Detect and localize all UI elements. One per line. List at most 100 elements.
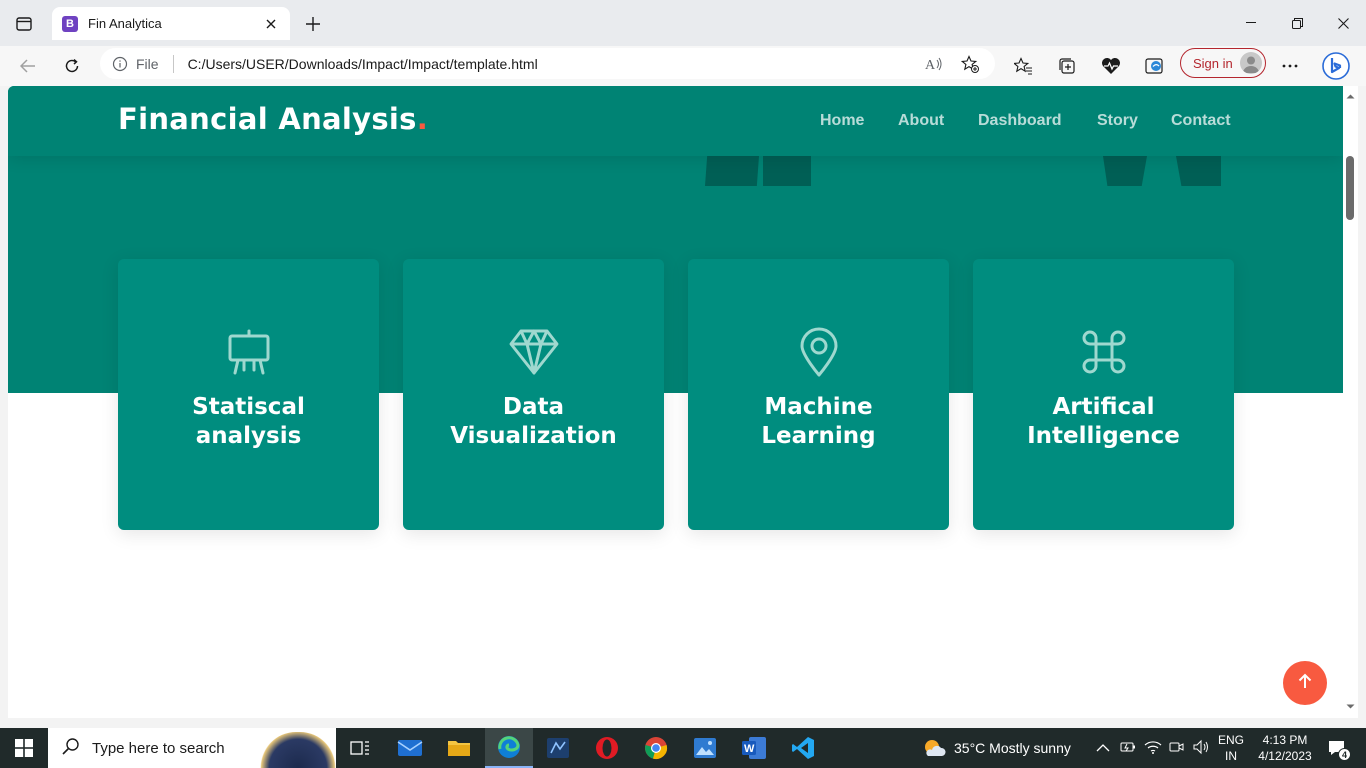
language-top: ENG bbox=[1217, 733, 1244, 747]
vscode-app-icon[interactable] bbox=[779, 728, 827, 768]
sign-in-button[interactable]: Sign in bbox=[1180, 48, 1266, 78]
show-hidden-icons-icon[interactable] bbox=[1096, 740, 1110, 756]
tab-favicon-icon: B bbox=[62, 15, 78, 32]
language-indicator[interactable]: ENG IN bbox=[1215, 728, 1247, 768]
search-placeholder: Type here to search bbox=[92, 739, 225, 757]
taskbar-search-box[interactable]: Type here to search bbox=[48, 728, 336, 768]
task-view-icon[interactable] bbox=[336, 728, 384, 768]
logo-dot: . bbox=[416, 102, 429, 136]
nav-contact[interactable]: Contact bbox=[1171, 112, 1231, 130]
sql-app-icon[interactable] bbox=[534, 728, 582, 768]
clock[interactable]: 4:13 PM 4/12/2023 bbox=[1252, 728, 1318, 768]
nav-story[interactable]: Story bbox=[1097, 112, 1138, 130]
hero-graphic-fragment bbox=[763, 156, 811, 186]
easel-icon bbox=[224, 327, 274, 377]
language-bottom: IN bbox=[1225, 749, 1237, 763]
feature-cards: Statiscal analysis Data Visualization Ma… bbox=[118, 259, 1234, 530]
address-bar[interactable]: File C:/Users/USER/Downloads/Impact/Impa… bbox=[100, 48, 995, 79]
tab-title: Fin Analytica bbox=[88, 16, 162, 31]
start-button[interactable] bbox=[0, 728, 48, 768]
word-app-icon[interactable]: W bbox=[730, 728, 778, 768]
search-highlight-image bbox=[260, 732, 336, 768]
restore-icon[interactable] bbox=[1274, 8, 1320, 38]
photos-app-icon[interactable] bbox=[681, 728, 729, 768]
notification-center-button[interactable]: 4 bbox=[1322, 728, 1352, 768]
site-header: Financial Analysis. Home About Dashboard… bbox=[8, 86, 1343, 156]
hero-graphic-fragment bbox=[705, 156, 759, 186]
refresh-icon[interactable] bbox=[56, 50, 88, 82]
hero-graphic-fragment bbox=[1176, 156, 1221, 186]
scrollbar-thumb[interactable] bbox=[1346, 156, 1354, 220]
tab-actions-icon[interactable] bbox=[10, 12, 38, 36]
site-info-icon[interactable] bbox=[112, 56, 128, 72]
clock-date: 4/12/2023 bbox=[1258, 749, 1312, 763]
system-tray bbox=[1096, 728, 1210, 768]
weather-text: 35°C Mostly sunny bbox=[954, 740, 1071, 756]
nav-dashboard[interactable]: Dashboard bbox=[978, 112, 1062, 130]
tab-close-icon[interactable] bbox=[262, 15, 280, 33]
chrome-app-icon[interactable] bbox=[632, 728, 680, 768]
geo-pin-icon bbox=[794, 327, 844, 377]
edge-app-icon[interactable] bbox=[485, 728, 533, 768]
browser-essentials-icon[interactable] bbox=[1095, 50, 1127, 82]
address-scheme-label: File bbox=[136, 55, 159, 72]
collections-icon[interactable] bbox=[1051, 50, 1083, 82]
card-machine-learning[interactable]: Machine Learning bbox=[688, 259, 949, 530]
more-options-icon[interactable] bbox=[1274, 50, 1306, 82]
nav-home[interactable]: Home bbox=[820, 112, 864, 130]
volume-icon[interactable] bbox=[1192, 739, 1210, 758]
card-title: Statiscal analysis bbox=[192, 394, 305, 449]
opera-app-icon[interactable] bbox=[583, 728, 631, 768]
hero-graphic-fragment bbox=[1103, 156, 1147, 186]
window-edge bbox=[1358, 86, 1366, 718]
meet-now-icon[interactable] bbox=[1168, 739, 1184, 758]
nav-about[interactable]: About bbox=[898, 112, 944, 130]
card-title: Machine Learning bbox=[761, 394, 876, 449]
page-scrollbar[interactable] bbox=[1343, 86, 1358, 718]
logo-text: Financial Analysis bbox=[118, 102, 417, 136]
address-url[interactable]: C:/Users/USER/Downloads/Impact/Impact/te… bbox=[188, 56, 911, 72]
browser-tab[interactable]: B Fin Analytica bbox=[52, 7, 290, 40]
site-logo[interactable]: Financial Analysis. bbox=[118, 102, 428, 136]
read-aloud-icon[interactable]: A bbox=[921, 51, 947, 77]
svg-text:A: A bbox=[925, 58, 936, 72]
back-icon[interactable] bbox=[12, 50, 44, 82]
battery-icon[interactable] bbox=[1120, 740, 1136, 756]
add-favorite-icon[interactable] bbox=[957, 51, 983, 77]
command-icon bbox=[1079, 327, 1129, 377]
weather-sunny-icon bbox=[925, 740, 946, 756]
profile-avatar-icon bbox=[1240, 52, 1262, 74]
windows-taskbar: Type here to search W 35°C Mostly sunny bbox=[0, 728, 1366, 768]
scroll-down-arrow-icon[interactable] bbox=[1346, 702, 1355, 711]
browser-titlebar: B Fin Analytica bbox=[0, 0, 1366, 46]
bing-copilot-icon[interactable] bbox=[1320, 50, 1352, 82]
wifi-icon[interactable] bbox=[1144, 740, 1162, 757]
notification-count: 4 bbox=[1338, 748, 1351, 761]
new-tab-icon[interactable] bbox=[302, 13, 324, 35]
file-explorer-icon[interactable] bbox=[435, 728, 483, 768]
windows-logo-icon bbox=[15, 739, 33, 757]
gem-icon bbox=[509, 327, 559, 377]
close-window-icon[interactable] bbox=[1320, 8, 1366, 38]
scroll-top-button[interactable] bbox=[1283, 661, 1327, 705]
card-title: Artifical Intelligence bbox=[1027, 394, 1180, 449]
search-icon bbox=[62, 737, 80, 760]
notification-icon: 4 bbox=[1327, 739, 1351, 761]
browser-toolbar: File C:/Users/USER/Downloads/Impact/Impa… bbox=[0, 46, 1366, 86]
edge-sidebar-icon[interactable] bbox=[1139, 50, 1171, 82]
minimize-icon[interactable] bbox=[1228, 8, 1274, 38]
card-artificial-intelligence[interactable]: Artifical Intelligence bbox=[973, 259, 1234, 530]
arrow-up-icon bbox=[1298, 673, 1312, 694]
card-data-visualization[interactable]: Data Visualization bbox=[403, 259, 664, 530]
favorites-icon[interactable] bbox=[1007, 50, 1039, 82]
page-viewport: Financial Analysis. Home About Dashboard… bbox=[8, 86, 1343, 718]
card-statistical-analysis[interactable]: Statiscal analysis bbox=[118, 259, 379, 530]
mail-app-icon[interactable] bbox=[386, 728, 434, 768]
svg-text:W: W bbox=[744, 743, 755, 755]
address-separator bbox=[172, 54, 174, 73]
scroll-up-arrow-icon[interactable] bbox=[1346, 92, 1355, 101]
card-title: Data Visualization bbox=[450, 394, 617, 449]
weather-widget[interactable]: 35°C Mostly sunny bbox=[922, 728, 1071, 768]
sign-in-label: Sign in bbox=[1193, 55, 1233, 71]
clock-time: 4:13 PM bbox=[1262, 733, 1308, 747]
